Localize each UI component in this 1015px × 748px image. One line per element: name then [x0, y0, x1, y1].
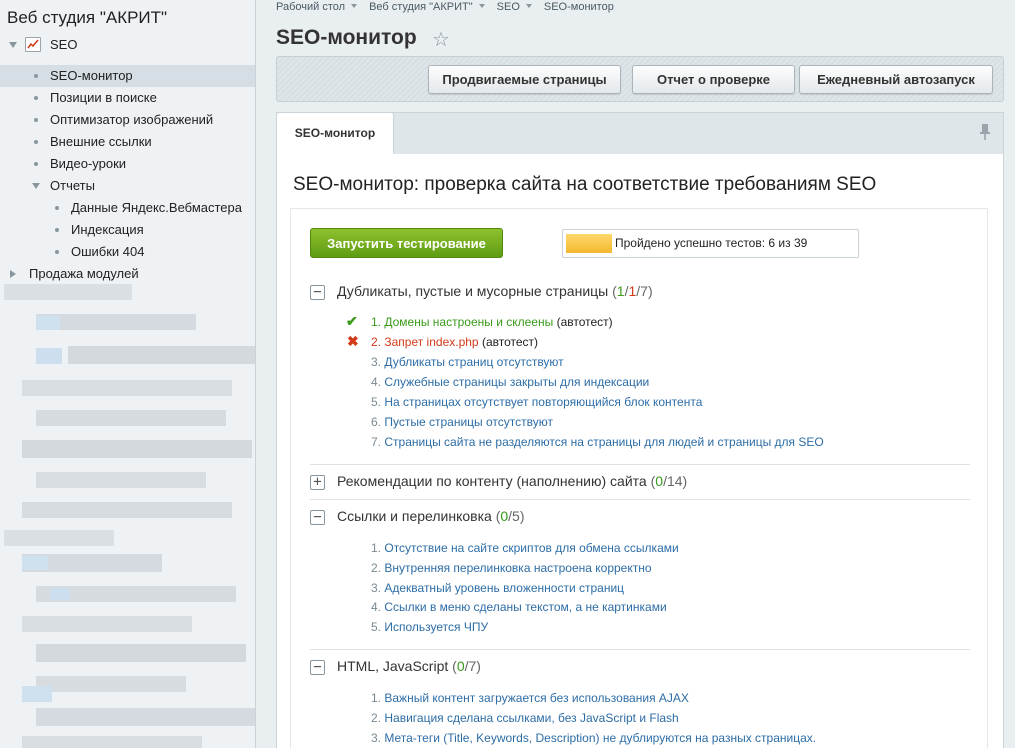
test-panel: Запустить тестирование Пройдено успешно … [290, 208, 988, 748]
sidebar-item-video-lessons[interactable]: Видео-уроки [0, 153, 255, 175]
content-panel: SEO-монитор: проверка сайта на соответст… [276, 154, 1004, 748]
section-title: HTML, JavaScript (0/7) [337, 658, 481, 674]
breadcrumb-desktop[interactable]: Рабочий стол [276, 1, 345, 13]
bullet-icon [55, 250, 59, 254]
breadcrumb: Рабочий стол Веб студия "АКРИТ" SEO SEO-мон… [276, 1, 614, 13]
toolbar: Продвигаемые страницы Отчет о проверке Е… [276, 56, 1004, 102]
collapse-icon[interactable]: − [310, 510, 325, 525]
section-count: (0/14) [650, 473, 688, 489]
sidebar-item-image-optimizer[interactable]: Оптимизатор изображений [0, 109, 255, 131]
bullet-icon [34, 118, 38, 122]
section-title: Рекомендации по контенту (наполнению) са… [337, 473, 688, 489]
test-item[interactable]: 4. Ссылки в меню сделаны текстом, а не к… [371, 600, 667, 614]
promoted-pages-button[interactable]: Продвигаемые страницы [428, 65, 621, 94]
bullet-icon [34, 74, 38, 78]
sidebar-item-reports[interactable]: Отчеты [0, 175, 255, 197]
sidebar-item-label: Видео-уроки [50, 156, 127, 171]
sidebar-item-seo[interactable]: SEO [0, 34, 255, 56]
progress-fill [566, 234, 612, 253]
obscured-menu-region [0, 284, 255, 748]
chevron-down-icon[interactable] [478, 4, 485, 9]
sidebar-item-label: Внешние ссылки [50, 134, 152, 149]
progress-box: Пройдено успешно тестов: 6 из 39 [562, 229, 859, 258]
sidebar-item-label: Продажа модулей [29, 266, 139, 281]
run-testing-button[interactable]: Запустить тестирование [310, 228, 503, 258]
expand-arrow-icon[interactable] [10, 270, 16, 278]
tab-seo-monitor[interactable]: SEO-монитор [276, 112, 394, 155]
bullet-icon [55, 206, 59, 210]
favorite-star-icon[interactable]: ☆ [432, 27, 450, 52]
test-item[interactable]: 7. Страницы сайта не разделяются на стра… [371, 435, 824, 449]
sidebar-item-external-links[interactable]: Внешние ссылки [0, 131, 255, 153]
sidebar-item-label: Отчеты [50, 178, 95, 193]
test-item[interactable]: 5. На страницах отсутствует повторяющийс… [371, 395, 702, 409]
breadcrumb-seo[interactable]: SEO [497, 1, 520, 13]
pass-check-icon: ✔ [346, 313, 358, 329]
bullet-icon [55, 228, 59, 232]
main-area: Рабочий стол Веб студия "АКРИТ" SEO SEO-мон… [257, 0, 1015, 748]
chevron-down-icon[interactable] [351, 4, 358, 9]
test-item[interactable]: 3. Дубликаты страниц отсутствуют [371, 355, 564, 369]
collapse-icon[interactable]: − [310, 660, 325, 675]
section-divider [310, 499, 970, 500]
sidebar-item-label: Данные Яндекс.Вебмастера [71, 200, 242, 215]
section-count: (1/1/7) [612, 283, 653, 299]
sidebar-item-label: Ошибки 404 [71, 244, 145, 259]
fail-cross-icon: ✖ [347, 333, 359, 349]
sidebar-item-errors-404[interactable]: Ошибки 404 [0, 241, 255, 263]
site-title: Веб студия "АКРИТ" [7, 8, 168, 27]
sidebar-item-yandex-webmaster[interactable]: Данные Яндекс.Вебмастера [0, 197, 255, 219]
test-item[interactable]: 3. Мета-теги (Title, Keywords, Descripti… [371, 731, 816, 745]
daily-autorun-button[interactable]: Ежедневный автозапуск [799, 65, 993, 94]
test-item[interactable]: 5. Используется ЧПУ [371, 620, 488, 634]
sidebar-item-label: SEO-монитор [50, 68, 133, 83]
chevron-down-icon[interactable] [525, 4, 532, 9]
breadcrumb-current: SEO-монитор [543, 1, 614, 13]
section-title: Дубликаты, пустые и мусорные страницы (1… [337, 283, 653, 299]
sidebar: Веб студия "АКРИТ" SEO SEO-монитор Позиц… [0, 0, 256, 748]
sidebar-item-modules-sale[interactable]: Продажа модулей [0, 263, 255, 285]
test-item[interactable]: 3. Адекватный уровень вложенности страни… [371, 581, 624, 595]
bullet-icon [34, 162, 38, 166]
section-divider [310, 649, 970, 650]
sidebar-item-label: Позиции в поиске [50, 90, 157, 105]
collapse-arrow-icon[interactable] [9, 42, 17, 48]
progress-text: Пройдено успешно тестов: 6 из 39 [615, 236, 808, 250]
sidebar-item-label: Индексация [71, 222, 144, 237]
breadcrumb-site[interactable]: Веб студия "АКРИТ" [369, 1, 473, 13]
section-count: (0/5) [495, 508, 525, 524]
test-item[interactable]: 2. Внутренняя перелинковка настроена кор… [371, 561, 652, 575]
test-item[interactable]: 1. Важный контент загружается без исполь… [371, 691, 689, 705]
progress-bar [566, 234, 612, 253]
sidebar-item-label: SEO [50, 37, 78, 52]
section-title: Ссылки и перелинковка (0/5) [337, 508, 525, 524]
expand-icon[interactable]: + [310, 475, 325, 490]
test-item[interactable]: 6. Пустые страницы отсутствуют [371, 415, 553, 429]
bullet-icon [34, 140, 38, 144]
test-item[interactable]: 4. Служебные страницы закрыты для индекс… [371, 375, 649, 389]
content-heading: SEO-монитор: проверка сайта на соответст… [293, 174, 877, 195]
page-title: SEO-монитор [276, 26, 417, 49]
test-item[interactable]: 1. Домены настроены и склеены (автотест) [371, 315, 613, 329]
sidebar-item-seo-monitor[interactable]: SEO-монитор [0, 65, 255, 87]
pin-icon[interactable] [979, 123, 991, 141]
test-item[interactable]: 2. Навигация сделана ссылками, без JavaS… [371, 711, 679, 725]
tab-bar: SEO-монитор [276, 112, 1004, 155]
bullet-icon [34, 96, 38, 100]
sidebar-item-search-positions[interactable]: Позиции в поиске [0, 87, 255, 109]
sidebar-item-label: Оптимизатор изображений [50, 112, 214, 127]
section-divider [310, 464, 970, 465]
check-report-button[interactable]: Отчет о проверке [632, 65, 795, 94]
seo-chart-icon [25, 37, 41, 52]
sidebar-item-indexing[interactable]: Индексация [0, 219, 255, 241]
test-item[interactable]: 1. Отсутствие на сайте скриптов для обме… [371, 541, 679, 555]
collapse-icon[interactable]: − [310, 285, 325, 300]
section-count: (0/7) [452, 658, 481, 674]
test-item[interactable]: 2. Запрет index.php (автотест) [371, 335, 538, 349]
collapse-arrow-icon[interactable] [32, 183, 40, 189]
